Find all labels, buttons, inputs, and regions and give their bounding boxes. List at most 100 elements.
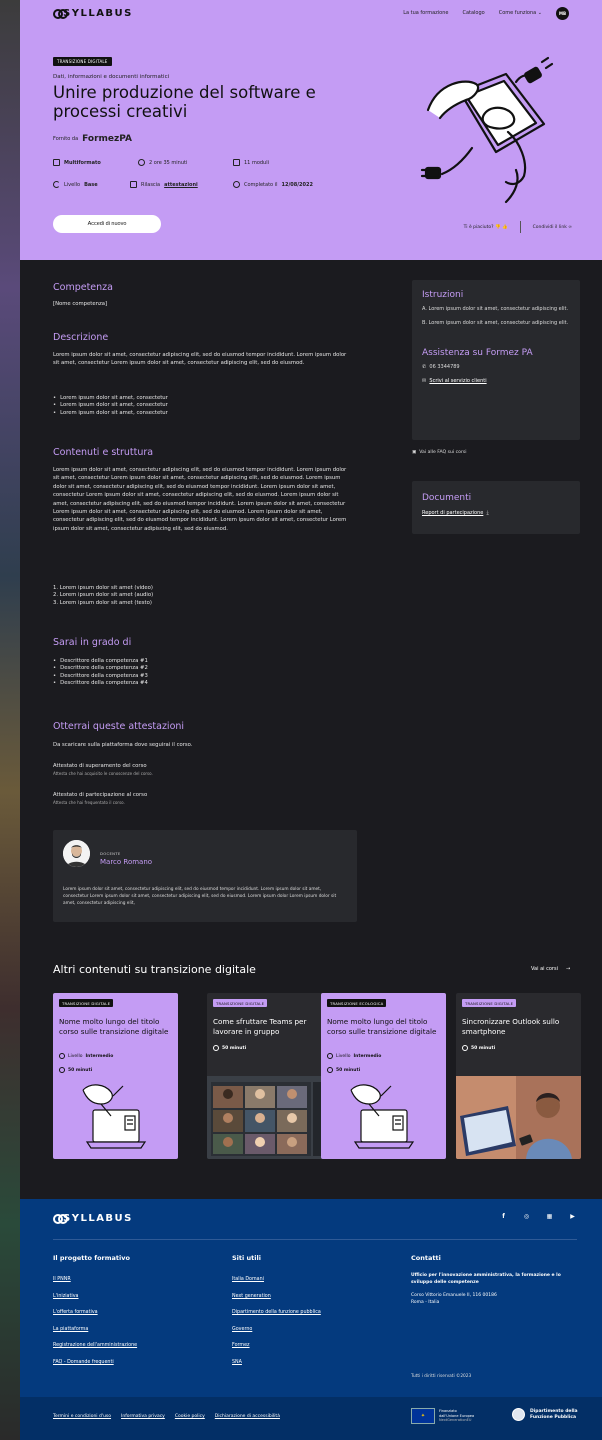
nav-catalogo[interactable]: Catalogo [462, 10, 484, 16]
phone-icon: ✆ [422, 364, 427, 370]
youtube-icon[interactable]: ▶ [568, 1212, 577, 1221]
meta-level: Livello Base [53, 181, 130, 188]
meta-completed-date: 12/08/2022 [281, 181, 313, 188]
modules-icon [233, 159, 240, 166]
istruzioni-a: A. Lorem ipsum dolor sit amet, consectet… [422, 306, 569, 312]
cookie-link[interactable]: Cookie policy [175, 1414, 205, 1419]
report-row: Report di partecipazione ⤓ [422, 510, 570, 518]
access-again-button[interactable]: Accedi di nuovo [53, 215, 161, 233]
multiformat-icon [53, 159, 60, 166]
teacher-description: Lorem ipsum dolor sit amet, consectetur … [63, 887, 337, 906]
footer-col-siti: Siti utili Italia Domani Next generation… [232, 1254, 321, 1371]
descrizione-title: Descrizione [53, 332, 109, 343]
contenuti-text: Lorem ipsum dolor sit amet, consectetur … [53, 467, 347, 532]
report-link[interactable]: Report di partecipazione [422, 510, 483, 516]
eu-funding-logo[interactable]: ✦ Finanziato dall'Unione Europea NextGen… [411, 1408, 474, 1424]
clock-icon [327, 1067, 333, 1073]
footer-link[interactable]: Governo [232, 1322, 321, 1339]
share-label: Condividi il link [532, 224, 567, 230]
course-title: Unire produzione del software e processi… [53, 83, 316, 121]
nav-la-tua-formazione[interactable]: La tua formazione [403, 10, 448, 16]
level-value: Intermedio [353, 1053, 382, 1059]
syllabus-logo[interactable]: SYLLABUS [53, 8, 133, 19]
nav-come-funziona[interactable]: Come funziona ⌄ [499, 10, 542, 16]
footer-link[interactable]: Dipartimento della funzione pubblica [232, 1305, 321, 1322]
list-item: 2. Lorem ipsum dolor sit amet (audio) [53, 592, 154, 599]
background-strip [0, 0, 20, 1440]
documents-card: Documenti Report di partecipazione ⤓ [412, 481, 580, 534]
meta-modules-text: 11 moduli [244, 159, 270, 166]
facebook-icon[interactable]: f [499, 1212, 508, 1221]
thumbs-up-icon[interactable]: 👍 [502, 225, 508, 230]
attestato-1-title: Attestato di superamento del corso [53, 763, 147, 769]
phone-number[interactable]: 06 3344789 [429, 364, 459, 370]
download-icon[interactable]: ⤓ [487, 510, 489, 516]
footer-link[interactable]: Italia Domani [232, 1272, 321, 1289]
footer-link[interactable]: SNA [232, 1355, 321, 1372]
meta-duration-text: 2 ore 35 minuti [149, 159, 188, 166]
list-item: Descrittore della competenza #1 [49, 658, 148, 665]
terms-link[interactable]: Termini e condizioni d'uso [53, 1414, 111, 1419]
footer-link[interactable]: La piattaforma [53, 1322, 137, 1339]
competenza-title: Competenza [53, 282, 113, 293]
legal-links: Termini e condizioni d'uso Informativa p… [53, 1414, 280, 1419]
footer-logo[interactable]: SYLLABUS [53, 1213, 133, 1224]
phone-row: ✆ 06 3344789 [422, 364, 570, 372]
course-card-title: Nome molto lungo del titolo corso sulle … [327, 1017, 437, 1036]
eu-text-3: NextGenerationEU [439, 1418, 472, 1423]
meta-format: Multiformato [53, 159, 138, 166]
copyright: Tutti i diritti riservati ©2023 [411, 1374, 472, 1379]
footer-link[interactable]: FAQ - Domande frequenti [53, 1355, 137, 1372]
write-customer-service-link[interactable]: Scrivi al servizio clienti [429, 378, 486, 384]
go-to-courses-label: Vai ai corsi [531, 966, 558, 972]
course-card-duration: 50 minuti [327, 1067, 360, 1073]
footer-link[interactable]: Formez [232, 1338, 321, 1355]
course-card[interactable]: TRANSIZIONE DIGITALE Sincronizzare Outlo… [456, 993, 581, 1159]
meta-certificate-label: Rilascia [141, 181, 161, 188]
teacher-name[interactable]: Marco Romano [100, 858, 152, 866]
attestato-2-title: Attestato di partecipazione al corso [53, 792, 148, 798]
course-card[interactable]: TRANSIZIONE ECOLOGICA Nome molto lungo d… [321, 993, 446, 1159]
privacy-link[interactable]: Informativa privacy [121, 1414, 165, 1419]
dfp-logo[interactable]: Dipartimento della Funzione Pubblica [512, 1408, 578, 1421]
linkedin-icon[interactable]: ▦ [545, 1212, 554, 1221]
footer-col-contatti: Contatti Ufficio per l'innovazione ammin… [411, 1254, 581, 1306]
course-card[interactable]: TRANSIZIONE DIGITALE Nome molto lungo de… [53, 993, 178, 1159]
course-card-tag: TRANSIZIONE DIGITALE [59, 999, 114, 1007]
course-subtitle: Dati, informazioni e documenti informati… [53, 74, 170, 80]
level-value: Intermedio [85, 1053, 114, 1059]
provider-logo: FormezPA [82, 134, 133, 144]
documenti-title: Documenti [422, 493, 472, 503]
go-to-courses-link[interactable]: Vai ai corsi → [531, 966, 570, 972]
provider-label: Fornito da [53, 136, 79, 142]
user-avatar[interactable]: MB [556, 6, 569, 20]
course-hero: TRANSIZIONE DIGITALE Dati, informazioni … [20, 26, 602, 260]
attestato-2-sub: Attesta che hai frequentato il corso. [53, 800, 125, 805]
level-icon [59, 1053, 65, 1059]
list-item: Lorem ipsum dolor sit amet, consectetur [49, 402, 168, 409]
meta-certificate-link[interactable]: attestazioni [164, 182, 198, 188]
thumbs-down-icon[interactable]: 👎 [495, 225, 501, 230]
footer-link[interactable]: Registrazione dell'amministrazione [53, 1338, 137, 1355]
accessibility-link[interactable]: Dichiarazione di accessibilità [215, 1414, 280, 1419]
main-nav: La tua formazione Catalogo Come funziona… [403, 6, 569, 20]
eu-flag-icon: ✦ [411, 1408, 435, 1424]
instagram-icon[interactable]: ◎ [522, 1212, 531, 1221]
course-tag[interactable]: TRANSIZIONE DIGITALE [53, 57, 112, 66]
faq-link[interactable]: Vai alle FAQ sui corsi [419, 450, 466, 455]
related-title: Altri contenuti su transizione digitale [53, 963, 256, 976]
course-card-title: Come sfruttare Teams per lavorare in gru… [213, 1017, 307, 1036]
footer-divider [53, 1239, 577, 1240]
clock-icon [138, 159, 145, 166]
footer-link[interactable]: Next generation [232, 1289, 321, 1306]
faq-icon: ▣ [412, 450, 417, 455]
certificate-icon [130, 181, 137, 188]
contact-address: Corso Vittorio Emanuele II, 116 00186 Ro… [411, 1293, 497, 1305]
footer-link[interactable]: Il PNNR [53, 1272, 137, 1289]
meta-completed-label: Completato il [244, 181, 278, 188]
course-card[interactable]: TRANSIZIONE DIGITALE Come sfruttare Team… [207, 993, 332, 1159]
footer-link[interactable]: L'iniziativa [53, 1289, 137, 1306]
share-link[interactable]: Condividi il link ∞ [533, 225, 572, 230]
istruzioni-title: Istruzioni [422, 290, 464, 300]
footer-link[interactable]: L'offerta formativa [53, 1305, 137, 1322]
